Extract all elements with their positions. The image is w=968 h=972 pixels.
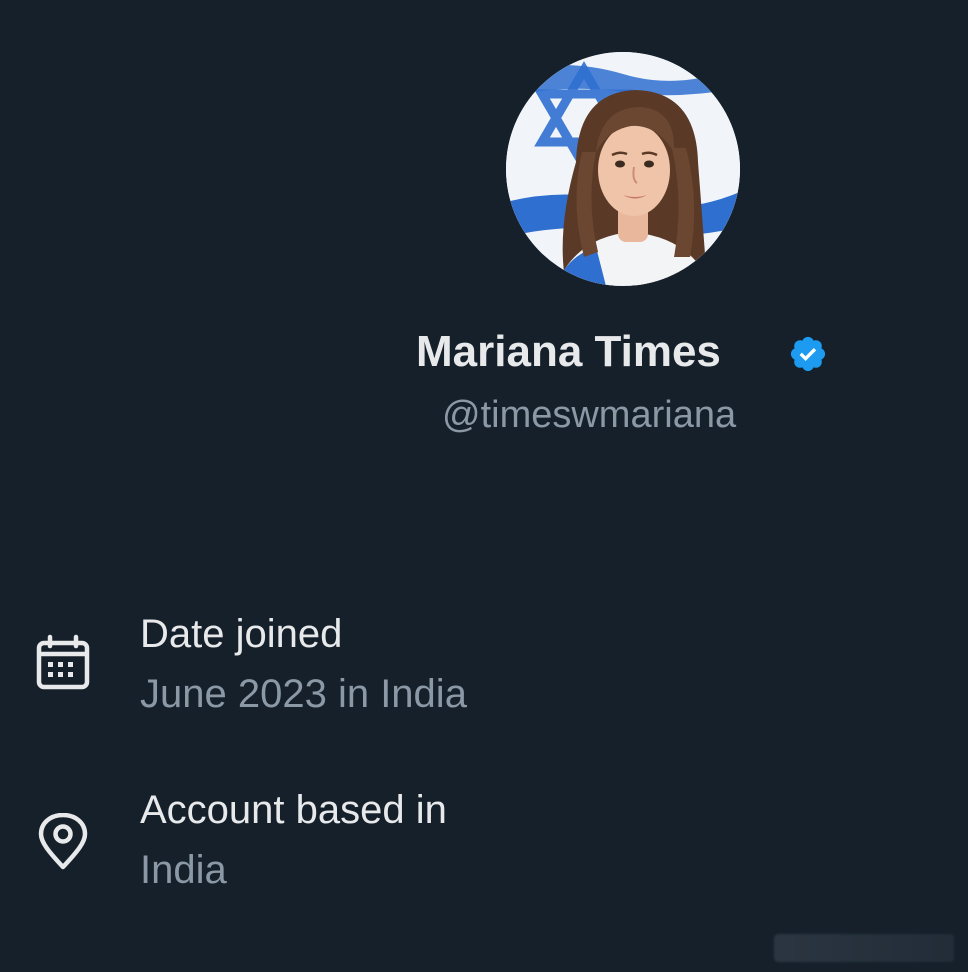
- watermark: [774, 934, 954, 962]
- display-name: Mariana Times: [416, 327, 721, 376]
- profile-avatar[interactable]: [506, 52, 740, 286]
- calendar-icon: [34, 634, 92, 692]
- account-based-in-title: Account based in: [140, 788, 447, 832]
- about-account-screen: Mariana Times @timeswmariana Date joined…: [0, 0, 968, 972]
- display-name-row: Mariana Times: [0, 322, 968, 382]
- account-based-in-value: India: [140, 848, 227, 892]
- date-joined-title: Date joined: [140, 612, 343, 656]
- verified-title: Verified: [140, 960, 273, 972]
- account-based-in-row: Account based in India: [0, 778, 968, 908]
- date-joined-row: Date joined June 2023 in India: [0, 602, 968, 732]
- avatar-photo: [506, 52, 740, 286]
- date-joined-value: June 2023 in India: [140, 672, 467, 716]
- location-pin-icon: [34, 812, 92, 871]
- username-handle: @timeswmariana: [442, 394, 737, 436]
- verified-badge-icon[interactable]: [788, 334, 828, 374]
